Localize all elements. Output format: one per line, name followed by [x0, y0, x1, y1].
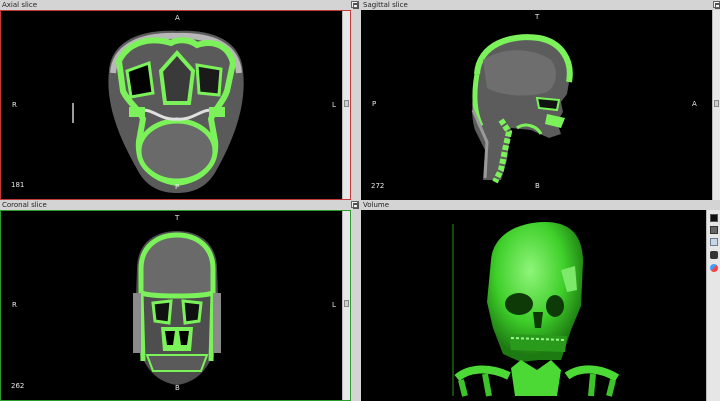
volume-pane: Volume — [351, 200, 720, 401]
color-map-icon[interactable] — [710, 264, 718, 272]
coronal-orient-left: R — [12, 301, 17, 309]
axial-ct-image — [72, 30, 244, 193]
volume-toolbar — [706, 210, 720, 401]
axial-slice-scrollbar[interactable] — [342, 11, 350, 199]
coronal-orient-right: L — [332, 301, 336, 309]
sagittal-scroll-thumb[interactable] — [714, 100, 719, 107]
sagittal-orient-top: T — [535, 13, 540, 21]
sagittal-pane: Sagittal slice T B P A 272 — [351, 0, 720, 200]
axial-orient-left: R — [12, 101, 17, 109]
sagittal-orient-bottom: B — [535, 182, 540, 190]
coronal-scroll-thumb[interactable] — [344, 300, 349, 307]
coronal-orient-bottom: B — [175, 384, 180, 392]
camera-reset-icon[interactable] — [710, 251, 718, 259]
background-color-icon[interactable] — [710, 214, 718, 222]
sagittal-maximize-button[interactable] — [713, 1, 720, 9]
axial-orient-right: L — [332, 101, 336, 109]
render-preset-icon[interactable] — [710, 226, 718, 234]
coronal-ct-image — [133, 231, 221, 385]
volume-side-handle[interactable] — [351, 201, 358, 209]
volume-pane-title: Volume — [363, 201, 390, 209]
volume-skull-render — [452, 222, 620, 397]
sagittal-ct-image — [471, 34, 573, 184]
coronal-orient-top: T — [175, 214, 180, 222]
sagittal-slice-number: 272 — [371, 182, 385, 190]
sagittal-orient-left: P — [372, 100, 377, 108]
sagittal-side-handle[interactable] — [351, 1, 358, 9]
axial-scroll-thumb[interactable] — [344, 100, 349, 107]
sagittal-pane-title: Sagittal slice — [363, 1, 408, 9]
coronal-pane: Coronal slice T B R L 262 — [0, 200, 359, 401]
axial-orient-top: A — [175, 14, 180, 22]
coronal-viewport[interactable]: T B R L 262 — [0, 210, 351, 401]
sagittal-viewport[interactable]: T B P A 272 — [361, 10, 720, 200]
coronal-pane-title: Coronal slice — [2, 201, 47, 209]
axial-viewport[interactable]: A P R L 181 — [0, 10, 351, 200]
coronal-slice-scrollbar[interactable] — [342, 211, 350, 400]
axial-pane-title: Axial slice — [2, 1, 38, 9]
sagittal-slice-scrollbar[interactable] — [712, 10, 720, 200]
coronal-slice-number: 262 — [11, 382, 25, 390]
volume-viewport[interactable] — [361, 210, 706, 401]
axial-pane: Axial slice A P R L 181 — [0, 0, 359, 200]
axial-orient-bottom: P — [175, 183, 180, 191]
sagittal-orient-right: A — [692, 100, 697, 108]
axial-slice-number: 181 — [11, 181, 25, 189]
screenshot-icon[interactable] — [710, 238, 718, 246]
